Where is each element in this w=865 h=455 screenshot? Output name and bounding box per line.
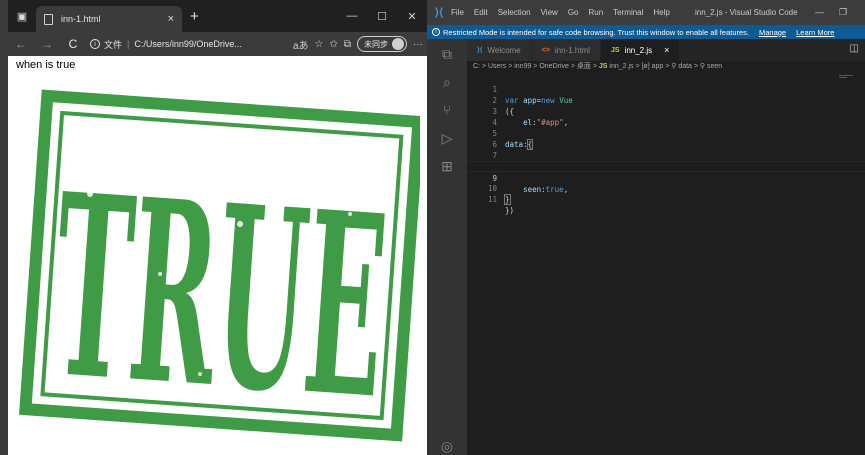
vscode-icon: ⟩⟨	[477, 47, 483, 54]
tab-label: inn_2.js	[624, 45, 653, 55]
code-line: 7	[467, 139, 865, 160]
browser-tab-bar: ▣ inn-1.html × + — ☐ ✕	[8, 0, 427, 32]
page-viewport: when is true TRUE	[8, 56, 427, 455]
activity-bar: ⧉ ⌕ ⑂ ▷ ⊞ ◎	[427, 39, 467, 455]
tab-actions-icon[interactable]: ▣	[8, 0, 36, 32]
browser-window: ▣ inn-1.html × + — ☐ ✕ ← → C i 文件 | C:/U…	[0, 0, 427, 455]
explorer-icon[interactable]: ⧉	[438, 45, 456, 63]
address-separator: |	[127, 39, 130, 49]
more-icon[interactable]: ···	[413, 39, 423, 50]
avatar	[392, 38, 404, 50]
code-line: 11 })	[467, 183, 865, 215]
tab-inn-1-html[interactable]: <> inn-1.html	[531, 39, 601, 61]
learn-more-link[interactable]: Learn More	[796, 28, 834, 37]
browser-tab-inn-1[interactable]: inn-1.html ×	[36, 6, 182, 32]
manage-link[interactable]: Manage	[759, 28, 786, 37]
tab-label: Welcome	[487, 45, 521, 55]
breadcrumb-path[interactable]: C: > Users > inn99 > OneDrive > 桌面 >	[473, 63, 599, 70]
menu-go[interactable]: Go	[568, 8, 579, 17]
window-controls: — ☐ ✕	[337, 0, 427, 32]
vscode-title-bar: ⟩⟨ File Edit Selection View Go Run Termi…	[427, 0, 865, 25]
site-info-icon[interactable]: i	[90, 39, 100, 49]
banner-message: Restricted Mode is intended for safe cod…	[443, 27, 749, 37]
shield-icon: i	[432, 28, 440, 36]
editor-tabs: ⟩⟨ Welcome <> inn-1.html JS inn_2.js × ◫	[467, 39, 865, 61]
favorite-icon[interactable]: ☆	[315, 39, 324, 50]
menu-file[interactable]: File	[451, 8, 464, 17]
vscode-window: ⟩⟨ File Edit Selection View Go Run Termi…	[427, 0, 865, 455]
restricted-mode-banner: i Restricted Mode is intended for safe c…	[427, 25, 865, 39]
document-icon	[44, 13, 53, 25]
refresh-icon[interactable]: C	[60, 37, 86, 51]
split-editor-icon[interactable]: ◫	[850, 43, 859, 54]
menu-terminal[interactable]: Terminal	[613, 8, 643, 17]
tab-inn-2-js[interactable]: JS inn_2.js ×	[600, 39, 681, 61]
page-text: when is true	[16, 59, 76, 71]
tab-label: inn-1.html	[554, 45, 590, 55]
vscode-restore-button[interactable]: ❐	[839, 7, 847, 18]
new-tab-button[interactable]: +	[190, 8, 199, 25]
back-icon[interactable]: ←	[8, 37, 34, 51]
minimize-button[interactable]: —	[337, 0, 367, 32]
address-scheme-label: 文件	[104, 39, 123, 50]
code-line: 6	[467, 128, 865, 149]
code-text: })	[505, 206, 515, 215]
forward-icon[interactable]: →	[34, 37, 60, 51]
breadcrumb: C: > Users > inn99 > OneDrive > 桌面 > JS …	[467, 61, 865, 73]
code-line: 8	[467, 150, 865, 171]
search-icon[interactable]: ⌕	[438, 73, 456, 91]
extensions-icon[interactable]: ⊞	[438, 157, 456, 175]
code-line: 10 }	[467, 172, 865, 205]
window-edge	[0, 0, 8, 455]
favorites-icon[interactable]: ✩	[329, 39, 337, 50]
code-line: 4	[467, 106, 865, 127]
address-bar-row: ← → C i 文件 | C:/Users/inn99/OneDrive... …	[8, 32, 427, 56]
collections-icon[interactable]: ⧉	[344, 39, 351, 50]
true-stamp-image: TRUE	[19, 89, 420, 455]
account-icon[interactable]: ◎	[438, 437, 456, 455]
address-bar[interactable]: i 文件 | C:/Users/inn99/OneDrive...	[90, 38, 242, 51]
code-line: 2 ({	[467, 84, 865, 116]
menu-edit[interactable]: Edit	[474, 8, 488, 17]
menu-view[interactable]: View	[541, 8, 558, 17]
code-line: 5 data:{	[467, 117, 865, 150]
run-debug-icon[interactable]: ▷	[438, 129, 456, 147]
breadcrumb-symbols[interactable]: inn_2.js > [ø] app > ⚲ data > ⚲ seen	[607, 63, 722, 70]
line-number: 11	[487, 195, 497, 204]
browser-tab-title: inn-1.html	[61, 14, 101, 24]
js-file-icon: JS	[610, 46, 620, 54]
menu-help[interactable]: Help	[653, 8, 669, 17]
code-line-current: 9 seen:true,	[467, 161, 865, 194]
source-control-icon[interactable]: ⑂	[438, 101, 456, 119]
close-button[interactable]: ✕	[397, 0, 427, 32]
code-line: 1 var app=new Vue	[467, 73, 865, 105]
menu-run[interactable]: Run	[588, 8, 603, 17]
close-icon[interactable]: ×	[664, 45, 669, 55]
code-line: 3 el:"#app",	[467, 95, 865, 127]
tab-close-icon[interactable]: ×	[168, 13, 174, 25]
menu-selection[interactable]: Selection	[498, 8, 531, 17]
address-url[interactable]: C:/Users/inn99/OneDrive...	[134, 39, 242, 49]
profile-sync-button[interactable]: 未同步	[357, 36, 407, 52]
browser-toolbar: aあ ☆ ✩ ⧉ 未同步 ···	[293, 32, 423, 56]
html-file-icon: <>	[541, 46, 550, 54]
code-text: }	[504, 194, 511, 205]
tab-welcome[interactable]: ⟩⟨ Welcome	[467, 39, 532, 61]
vscode-logo-icon: ⟩⟨	[434, 7, 444, 19]
vscode-minimize-button[interactable]: —	[815, 7, 824, 17]
code-editor[interactable]: 1 var app=new Vue 2 ({ 3 el:"#app", 4 5 …	[467, 73, 865, 455]
stamp-text: TRUE	[45, 138, 395, 454]
window-title: inn_2.js - Visual Studio Code	[695, 8, 798, 17]
read-aloud-icon[interactable]: aあ	[293, 37, 309, 52]
maximize-button[interactable]: ☐	[367, 0, 397, 32]
sync-label: 未同步	[364, 39, 388, 49]
